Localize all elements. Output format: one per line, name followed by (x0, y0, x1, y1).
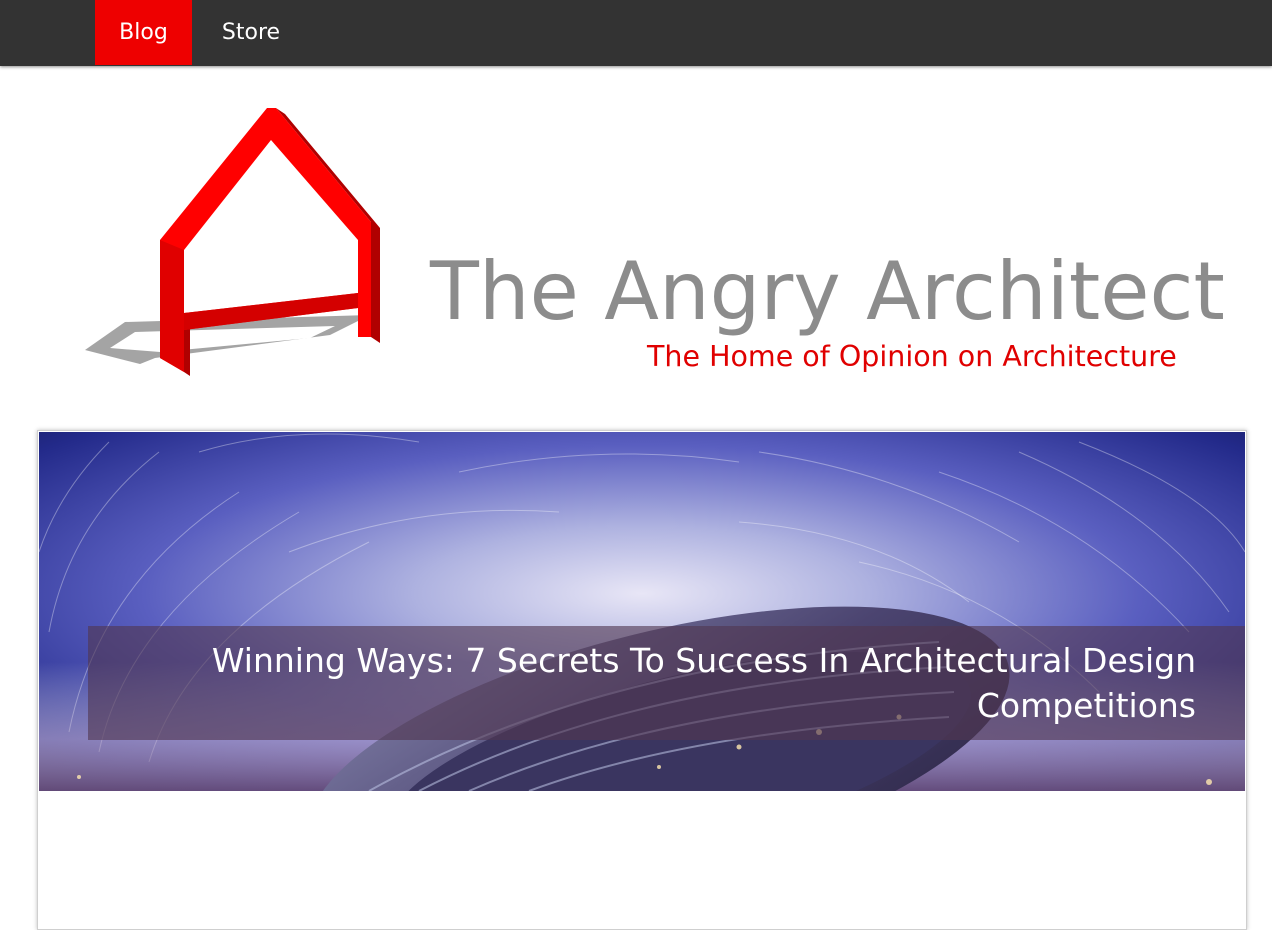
featured-post-card: Winning Ways: 7 Secrets To Success In Ar… (37, 430, 1247, 930)
site-tagline: The Home of Opinion on Architecture (647, 340, 1177, 373)
top-navigation-bar: Blog Store (0, 0, 1272, 66)
red-house-frame-icon[interactable] (80, 100, 390, 385)
site-title[interactable]: The Angry Architect (430, 250, 1225, 334)
nav-item-store[interactable]: Store (205, 0, 297, 65)
featured-post-image[interactable]: Winning Ways: 7 Secrets To Success In Ar… (39, 432, 1245, 791)
featured-post-title-link[interactable]: Winning Ways: 7 Secrets To Success In Ar… (146, 638, 1196, 728)
post-title-overlay: Winning Ways: 7 Secrets To Success In Ar… (88, 626, 1245, 740)
nav-item-blog[interactable]: Blog (95, 0, 192, 65)
